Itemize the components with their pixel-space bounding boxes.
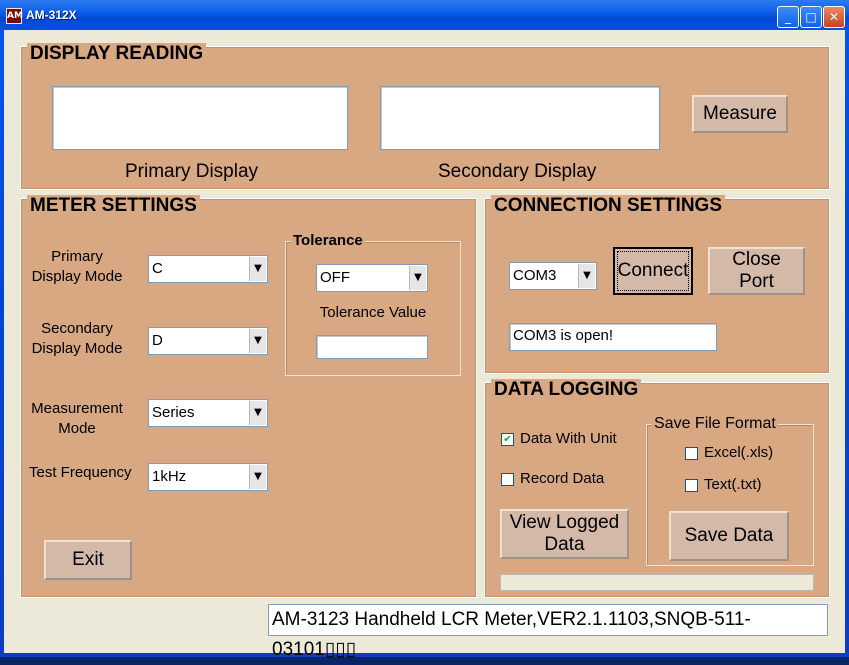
connect-button[interactable]: Connect <box>613 247 693 295</box>
com-port-value: COM3 <box>513 267 557 284</box>
save-file-format-title: Save File Format <box>652 415 778 433</box>
com-port-select[interactable]: COM3 ▼ <box>509 262 597 290</box>
primary-display-mode-select[interactable]: C ▼ <box>148 255 268 283</box>
data-logging-title: DATA LOGGING <box>491 379 642 401</box>
tolerance-value-input[interactable] <box>316 335 428 359</box>
chevron-down-icon[interactable]: ▼ <box>578 264 595 288</box>
secondary-display-mode-value: D <box>152 332 163 349</box>
primary-display-label: Primary Display <box>125 161 259 182</box>
measurement-mode-select[interactable]: Series ▼ <box>148 399 268 427</box>
exit-button[interactable]: Exit <box>44 540 132 580</box>
tolerance-value-label: Tolerance Value <box>319 304 427 321</box>
connection-status-field: COM3 is open! <box>509 323 717 351</box>
connection-settings-group: CONNECTION SETTINGS COM3 ▼ Connect Close… <box>484 195 830 374</box>
primary-display-mode-value: C <box>152 260 163 277</box>
minimize-button[interactable]: _ <box>777 6 799 28</box>
device-info-field: AM-3123 Handheld LCR Meter,VER2.1.1103,S… <box>268 604 828 660</box>
chevron-down-icon[interactable]: ▼ <box>249 329 266 353</box>
test-frequency-select[interactable]: 1kHz ▼ <box>148 463 268 491</box>
text-format-label[interactable]: Text(.txt) <box>704 475 762 495</box>
measure-button[interactable]: Measure <box>692 95 788 133</box>
record-data-label[interactable]: Record Data <box>520 469 604 489</box>
app-icon: AM <box>6 8 23 24</box>
data-with-unit-label[interactable]: Data With Unit <box>520 429 617 449</box>
chevron-down-icon[interactable]: ▼ <box>409 266 426 290</box>
secondary-display-mode-select[interactable]: D ▼ <box>148 327 268 355</box>
close-button[interactable]: ✕ <box>823 6 845 28</box>
close-port-button[interactable]: Close Port <box>708 247 805 295</box>
meter-settings-group: METER SETTINGS Primary Display Mode C ▼ … <box>20 195 477 598</box>
secondary-display-mode-label: Secondary Display Mode <box>31 320 123 357</box>
excel-format-label[interactable]: Excel(.xls) <box>704 443 773 463</box>
tolerance-value: OFF <box>320 269 350 286</box>
title-bar[interactable]: AM AM-312X _ □ ✕ <box>0 0 849 30</box>
tolerance-group: Tolerance OFF ▼ Tolerance Value <box>285 232 461 376</box>
view-logged-data-button[interactable]: View Logged Data <box>500 509 629 559</box>
secondary-display-field <box>380 86 660 150</box>
data-logging-group: DATA LOGGING ✔ Data With Unit Record Dat… <box>484 379 830 598</box>
tolerance-select[interactable]: OFF ▼ <box>316 264 428 292</box>
meter-settings-title: METER SETTINGS <box>27 195 200 217</box>
primary-display-mode-label: Primary Display Mode <box>31 248 123 285</box>
excel-format-checkbox[interactable] <box>685 447 698 460</box>
display-reading-group: DISPLAY READING Primary Display Secondar… <box>20 43 830 190</box>
tolerance-title: Tolerance <box>291 232 365 249</box>
text-format-checkbox[interactable] <box>685 479 698 492</box>
measurement-mode-value: Series <box>152 404 195 421</box>
chevron-down-icon[interactable]: ▼ <box>249 401 266 425</box>
client-area: DISPLAY READING Primary Display Secondar… <box>4 30 845 660</box>
app-window: AM AM-312X _ □ ✕ DISPLAY READING Primary… <box>0 0 849 660</box>
primary-display-field <box>52 86 348 150</box>
logging-progress-bar <box>500 574 814 591</box>
test-frequency-value: 1kHz <box>152 468 187 485</box>
measurement-mode-label: Measurement Mode <box>31 400 123 437</box>
window-title: AM-312X <box>26 8 77 22</box>
record-data-checkbox[interactable] <box>501 473 514 486</box>
test-frequency-label: Test Frequency <box>29 464 132 481</box>
maximize-button[interactable]: □ <box>800 6 822 28</box>
secondary-display-label: Secondary Display <box>438 161 597 182</box>
display-reading-title: DISPLAY READING <box>27 43 207 65</box>
connection-settings-title: CONNECTION SETTINGS <box>491 195 726 217</box>
chevron-down-icon[interactable]: ▼ <box>249 465 266 489</box>
save-data-button[interactable]: Save Data <box>669 511 789 561</box>
save-file-format-group: Save File Format Excel(.xls) Text(.txt) … <box>646 415 814 566</box>
chevron-down-icon[interactable]: ▼ <box>249 257 266 281</box>
data-with-unit-checkbox[interactable]: ✔ <box>501 433 514 446</box>
